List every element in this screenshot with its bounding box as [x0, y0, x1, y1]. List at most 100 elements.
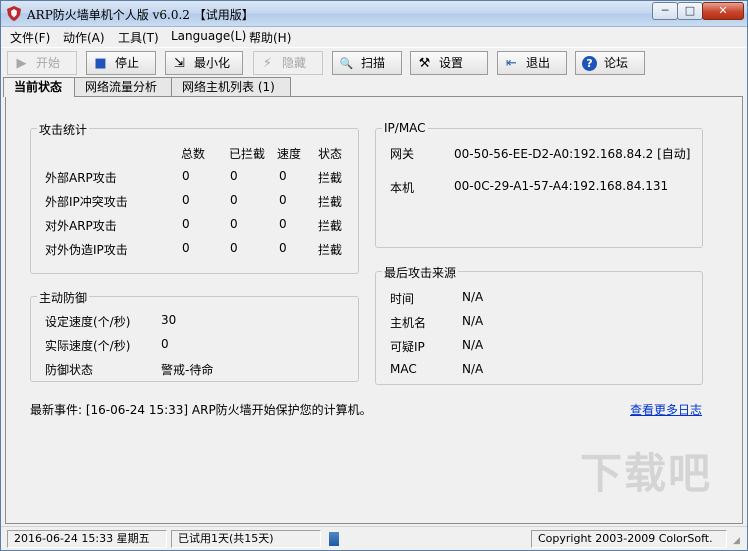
tab-current-status[interactable]: 当前状态 [3, 77, 75, 97]
attack-row-total: 0 [182, 241, 190, 255]
attack-row-speed: 0 [279, 169, 287, 183]
latest-event: 最新事件: [16-06-24 15:33] ARP防火墙开始保护您的计算机。 [30, 403, 372, 417]
attack-row-blocked: 0 [230, 241, 238, 255]
minimize-app-button[interactable]: ⇲ 最小化 [165, 51, 243, 75]
attack-stats-title: 攻击统计 [37, 121, 90, 138]
defense-title: 主动防御 [37, 289, 90, 306]
main-window: ARP防火墙单机个人版 v6.0.2 【试用版】 ─ □ ✕ 文件(F) 动作(… [0, 0, 748, 551]
last-attack-row-value: N/A [462, 290, 484, 304]
minimize-icon: ⇲ [174, 56, 185, 71]
defense-row-value: 0 [161, 337, 169, 351]
header-total: 总数 [181, 147, 206, 161]
hide-icon: ⚡ [262, 56, 273, 71]
menu-tools[interactable]: 工具(T) [118, 29, 159, 46]
last-attack-row-value: N/A [462, 362, 484, 376]
attack-stats-group: 攻击统计 总数 已拦截 速度 状态 外部ARP攻击 0 0 0 拦截 外部IP冲… [30, 121, 359, 274]
attack-row-total: 0 [182, 193, 190, 207]
tab-traffic-analysis[interactable]: 网络流量分析 [74, 77, 172, 96]
header-blocked: 已拦截 [229, 147, 266, 161]
menu-help[interactable]: 帮助(H) [249, 29, 291, 46]
last-attack-row-label: 时间 [390, 292, 415, 306]
minimize-app-label: 最小化 [194, 56, 231, 70]
header-state: 状态 [318, 147, 343, 161]
settings-button-label: 设置 [439, 56, 464, 70]
hide-button-label: 隐藏 [282, 56, 307, 70]
exit-icon: ⇤ [506, 56, 517, 71]
last-attack-row-value: N/A [462, 314, 484, 328]
stop-button[interactable]: ■ 停止 [86, 51, 156, 75]
local-value: 00-0C-29-A1-57-A4:192.168.84.131 [454, 179, 669, 193]
help-icon: ? [582, 56, 597, 71]
defense-row-label: 设定速度(个/秒) [45, 315, 131, 329]
attack-row-speed: 0 [279, 241, 287, 255]
toolbar: ▶ 开始 ■ 停止 ⇲ 最小化 ⚡ 隐藏 🔍 扫描 ⚒ 设置 ⇤ 退出 ? 论坛 [1, 47, 747, 77]
attack-row-blocked: 0 [230, 193, 238, 207]
start-button-label: 开始 [36, 56, 61, 70]
status-progress-indicator [329, 532, 339, 546]
status-trial: 已试用1天(共15天) [171, 530, 321, 548]
attack-row-state: 拦截 [318, 219, 343, 233]
last-attack-group: 最后攻击来源 时间 N/A 主机名 N/A 可疑IP N/A MAC N/A [375, 264, 703, 385]
stop-button-label: 停止 [115, 56, 140, 70]
forum-button-label: 论坛 [604, 56, 629, 70]
defense-row-value: 30 [161, 313, 177, 327]
settings-button[interactable]: ⚒ 设置 [410, 51, 488, 75]
menu-bar: 文件(F) 动作(A) 工具(T) Language(L) 帮助(H) [1, 27, 747, 47]
exit-button-label: 退出 [526, 56, 551, 70]
attack-row-name: 外部IP冲突攻击 [45, 195, 128, 209]
attack-row-speed: 0 [279, 193, 287, 207]
attack-row-state: 拦截 [318, 195, 343, 209]
last-attack-title: 最后攻击来源 [382, 264, 459, 281]
last-attack-row-label: 可疑IP [390, 340, 425, 354]
minimize-button[interactable]: ─ [652, 2, 678, 20]
magnifier-icon: 🔍 [339, 57, 354, 70]
last-attack-row-value: N/A [462, 338, 484, 352]
hide-button[interactable]: ⚡ 隐藏 [253, 51, 323, 75]
ipmac-group: IP/MAC 网关 00-50-56-EE-D2-A0:192.168.84.2… [375, 121, 703, 248]
header-speed: 速度 [277, 147, 302, 161]
stop-icon: ■ [94, 56, 107, 71]
exit-button[interactable]: ⇤ 退出 [497, 51, 567, 75]
defense-row-value: 警戒-待命 [161, 363, 214, 377]
status-panel: 攻击统计 总数 已拦截 速度 状态 外部ARP攻击 0 0 0 拦截 外部IP冲… [5, 96, 743, 524]
attack-row-name: 对外ARP攻击 [45, 219, 117, 233]
tab-host-list[interactable]: 网络主机列表 (1) [171, 77, 291, 96]
window-title: ARP防火墙单机个人版 v6.0.2 【试用版】 [27, 8, 254, 22]
play-icon: ▶ [16, 56, 27, 71]
gateway-label: 网关 [390, 147, 415, 161]
attack-row-total: 0 [182, 217, 190, 231]
last-attack-row-label: 主机名 [390, 316, 427, 330]
view-more-logs-link[interactable]: 查看更多日志 [630, 401, 702, 418]
title-bar[interactable]: ARP防火墙单机个人版 v6.0.2 【试用版】 ─ □ ✕ [1, 1, 747, 27]
gateway-value: 00-50-56-EE-D2-A0:192.168.84.2 [自动] [454, 147, 691, 161]
defense-row-label: 防御状态 [45, 363, 94, 377]
resize-grip-icon[interactable]: ◢ [733, 536, 745, 548]
menu-action[interactable]: 动作(A) [63, 29, 105, 46]
forum-button[interactable]: ? 论坛 [575, 51, 645, 75]
attack-row-speed: 0 [279, 217, 287, 231]
settings-icon: ⚒ [418, 56, 431, 71]
last-attack-row-label: MAC [390, 362, 417, 376]
close-button[interactable]: ✕ [702, 2, 744, 20]
attack-row-name: 对外伪造IP攻击 [45, 243, 128, 257]
attack-row-state: 拦截 [318, 171, 343, 185]
attack-row-blocked: 0 [230, 217, 238, 231]
attack-row-state: 拦截 [318, 243, 343, 257]
attack-row-name: 外部ARP攻击 [45, 171, 117, 185]
download-watermark: 下载吧 [579, 449, 712, 498]
menu-language[interactable]: Language(L) [171, 29, 246, 43]
start-button[interactable]: ▶ 开始 [7, 51, 77, 75]
attack-row-blocked: 0 [230, 169, 238, 183]
status-datetime: 2016-06-24 15:33 星期五 [7, 530, 167, 548]
shield-app-icon [7, 6, 21, 21]
menu-file[interactable]: 文件(F) [10, 29, 50, 46]
scan-button-label: 扫描 [361, 56, 386, 70]
ipmac-title: IP/MAC [382, 121, 428, 135]
maximize-button[interactable]: □ [677, 2, 703, 20]
defense-group: 主动防御 设定速度(个/秒) 30 实际速度(个/秒) 0 防御状态 警戒-待命 [30, 289, 359, 382]
status-copyright: Copyright 2003-2009 ColorSoft. [531, 530, 727, 548]
tab-strip: 当前状态 网络流量分析 网络主机列表 (1) [1, 77, 747, 97]
defense-row-label: 实际速度(个/秒) [45, 339, 131, 353]
scan-button[interactable]: 🔍 扫描 [332, 51, 402, 75]
status-bar: 2016-06-24 15:33 星期五 已试用1天(共15天) Copyrig… [1, 526, 747, 550]
